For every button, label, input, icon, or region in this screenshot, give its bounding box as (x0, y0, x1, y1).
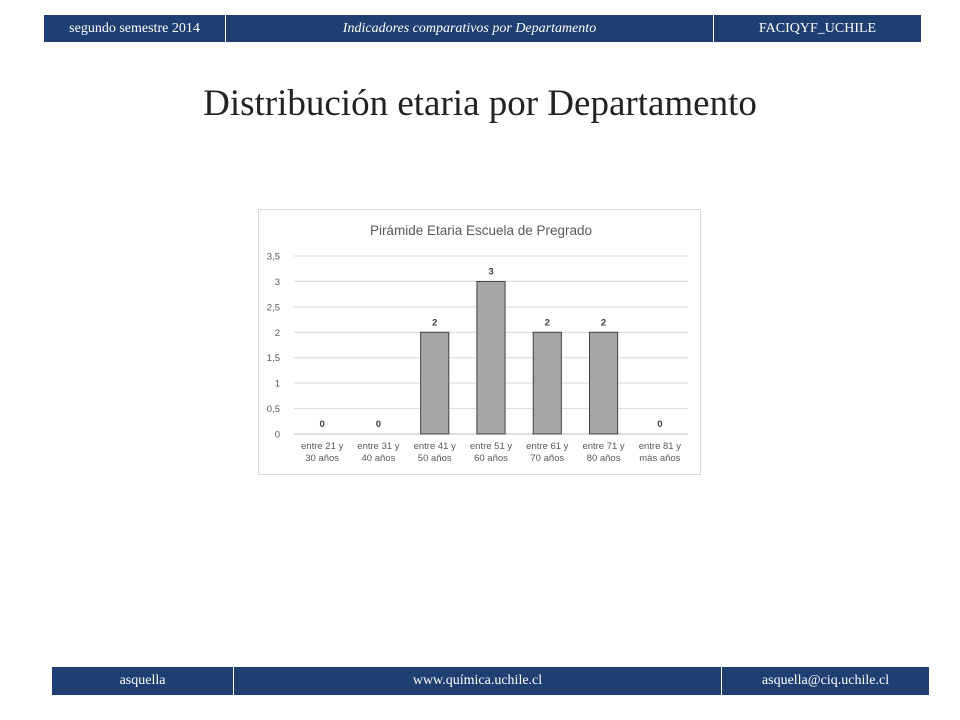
header-bar: segundo semestre 2014 Indicadores compar… (44, 15, 921, 42)
chart-title: Pirámide Etaria Escuela de Pregrado (370, 223, 592, 238)
bar-data-label: 3 (488, 266, 493, 277)
y-tick-label: 1 (275, 379, 280, 390)
header-semester: segundo semestre 2014 (44, 15, 226, 42)
x-category-label: entre 71 y (582, 441, 624, 452)
chart-frame: Pirámide Etaria Escuela de Pregrado 0 0,5 1… (258, 209, 701, 475)
bar-data-label: 0 (376, 419, 381, 430)
x-category-label: 60 años (474, 453, 508, 464)
bar-data-label: 0 (657, 419, 662, 430)
y-tick-label: 1,5 (267, 353, 280, 364)
bar-data-label: 0 (319, 419, 324, 430)
bar-data-label: 2 (601, 317, 606, 328)
bar (532, 331, 562, 435)
x-category-label: entre 81 y (639, 441, 681, 452)
footer-email-link[interactable]: asquella@ciq.uchile.cl (722, 667, 929, 695)
y-tick-label: 3 (275, 277, 280, 288)
x-category-label: entre 51 y (470, 441, 512, 452)
y-tick-label: 0 (275, 430, 280, 441)
header-institution: FACIQYF_UCHILE (758, 20, 877, 36)
x-category-label: 70 años (530, 453, 564, 464)
header-title: Indicadores comparativos por Departament… (226, 15, 714, 42)
x-category-label: 50 años (418, 453, 452, 464)
footer-bar: asquella www.química.uchile.cl asquella@… (52, 667, 929, 695)
footer-author: asquella (52, 667, 234, 695)
x-category-label: entre 21 y (301, 441, 343, 452)
bar (420, 331, 450, 435)
bar (476, 280, 506, 435)
x-category-label: más años (639, 453, 680, 464)
x-category-label: entre 61 y (526, 441, 568, 452)
x-category-label: 80 años (587, 453, 621, 464)
y-tick-label: 2 (275, 328, 280, 339)
x-category-label: 30 años (305, 453, 339, 464)
slide-title: Distribución etaria por Departamento (203, 83, 757, 124)
bar-data-label: 2 (432, 317, 437, 328)
x-category-label: entre 41 y (414, 441, 456, 452)
y-tick-label: 0,5 (267, 404, 280, 415)
y-tick-label: 3,5 (267, 252, 280, 263)
footer-website-link[interactable]: www.química.uchile.cl (234, 667, 722, 695)
bar (589, 331, 619, 435)
x-category-label: 40 años (362, 453, 396, 464)
x-category-label: entre 31 y (357, 441, 399, 452)
age-distribution-chart: Pirámide Etaria Escuela de Pregrado 0 0,5 1… (267, 223, 688, 464)
y-tick-label: 2,5 (267, 302, 280, 313)
bar-data-label: 2 (545, 317, 550, 328)
